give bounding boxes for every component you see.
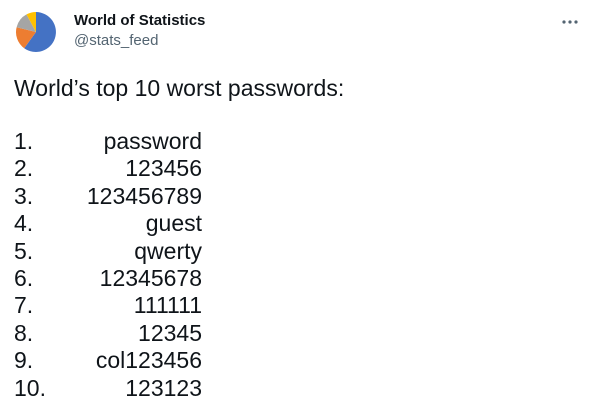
list-item: 5. qwerty xyxy=(14,238,214,265)
author-handle[interactable]: @stats_feed xyxy=(74,31,158,51)
password-text: password xyxy=(103,128,202,154)
tweet-card: World of Statistics @stats_feed World’s … xyxy=(0,0,592,420)
list-item: 6. 12345678 xyxy=(14,265,214,292)
list-item: 4. guest xyxy=(14,210,214,237)
list-item: 3. 123456789 xyxy=(14,183,214,210)
password-text: guest xyxy=(145,210,202,237)
list-item: 10. 123123 xyxy=(14,375,214,402)
list-item: 1. password xyxy=(14,128,214,155)
list-item: 9. col123456 xyxy=(14,347,214,374)
author-name[interactable]: World of Statistics xyxy=(74,11,205,31)
password-text: 123456 xyxy=(125,155,202,182)
tweet-heading: World’s top 10 worst passwords: xyxy=(14,75,345,101)
password-list: 1. password 2. 123456 3. 123456789 4. gu… xyxy=(14,128,214,402)
list-item: 8. 12345 xyxy=(14,320,214,347)
password-text: qwerty xyxy=(134,237,202,264)
password-text: col123456 xyxy=(95,347,202,374)
password-text: 12345678 xyxy=(99,264,202,291)
password-text: 123456789 xyxy=(86,182,202,209)
avatar-pie-graphic xyxy=(14,10,58,54)
password-text: 12345 xyxy=(138,319,202,346)
pie-chart-avatar-icon[interactable] xyxy=(14,10,58,54)
more-dots-icon xyxy=(562,20,578,24)
more-options-button[interactable] xyxy=(554,8,586,36)
password-text: 111111 xyxy=(133,292,202,319)
password-text: 123123 xyxy=(125,374,202,401)
list-item: 7. 111111 xyxy=(14,292,214,319)
list-item: 2. 123456 xyxy=(14,155,214,182)
